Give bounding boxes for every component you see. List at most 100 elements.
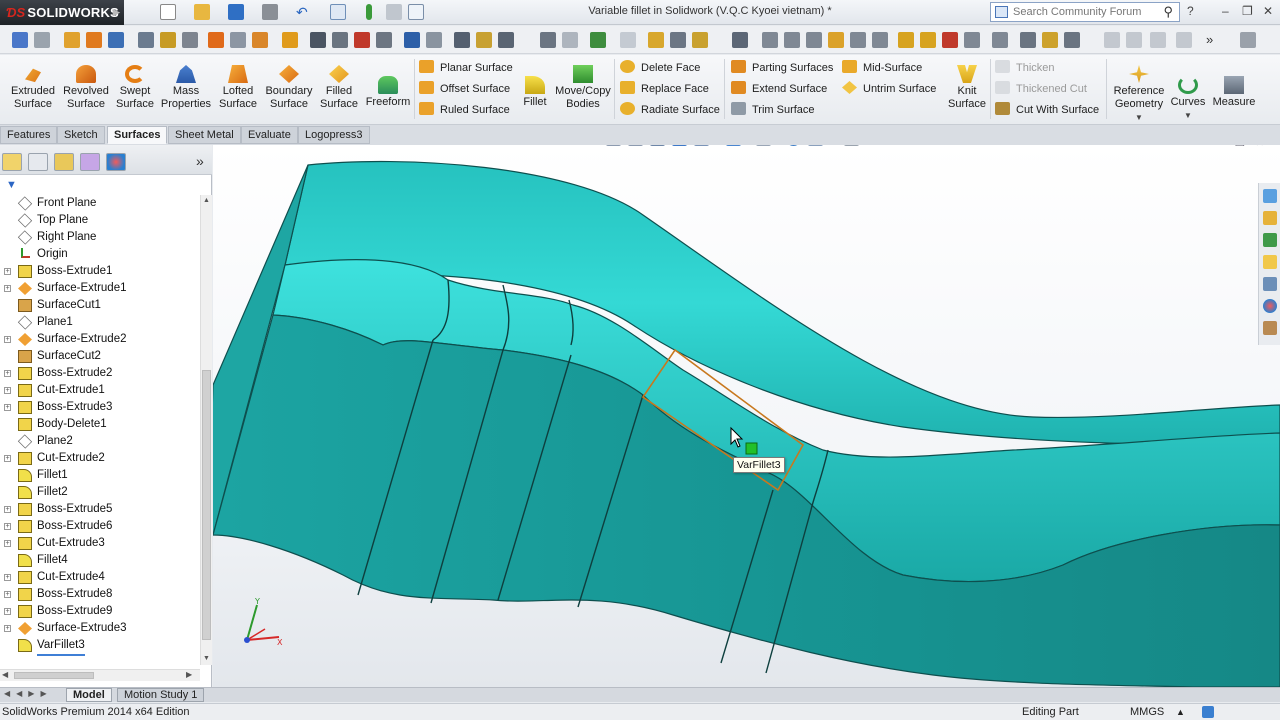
tree-item[interactable]: Body-Delete1 [0,416,200,433]
zoom-to-area-icon[interactable] [628,145,643,146]
tool-icon[interactable] [806,32,822,48]
horizontal-scrollbar[interactable]: ◀ ▶ [0,669,200,681]
tool-icon[interactable] [620,32,636,48]
tool-icon[interactable] [648,32,664,48]
view-palette-icon[interactable] [1263,277,1277,291]
tool-icon[interactable] [1126,32,1142,48]
tool-icon[interactable] [108,32,124,48]
thicken-button[interactable]: Thicken [995,59,1055,77]
tool-icon[interactable] [426,32,442,48]
file-properties-icon[interactable] [386,4,402,20]
dynamic-annotation-icon[interactable] [694,145,709,146]
expand-icon[interactable]: + [4,268,11,275]
swept-surface-button[interactable]: Swept Surface [114,65,156,111]
untrim-surface-button[interactable]: Untrim Surface [842,80,936,98]
previous-view-icon[interactable] [650,145,665,146]
tree-item[interactable]: Fillet2 [0,484,200,501]
tool-icon[interactable] [942,32,958,48]
tool-icon[interactable] [1064,32,1080,48]
tool-icon[interactable] [454,32,470,48]
tree-item[interactable]: + Boss-Extrude6 [0,518,200,535]
parting-surfaces-button[interactable]: Parting Surfaces [731,59,833,77]
print-icon[interactable] [262,4,278,20]
scrollbar-thumb[interactable] [202,370,211,640]
minimize-icon[interactable]: – [1222,4,1229,18]
planar-surface-button[interactable]: Planar Surface [419,59,513,77]
tab-evaluate[interactable]: Evaluate [241,126,298,144]
tool-icon[interactable] [310,32,326,48]
tab-sheet-metal[interactable]: Sheet Metal [168,126,241,144]
move-copy-bodies-button[interactable]: Move/Copy Bodies [554,65,612,111]
file-explorer-icon[interactable] [1263,255,1277,269]
fillet-button[interactable]: Fillet [520,65,550,109]
freeform-button[interactable]: Freeform [364,65,412,109]
tab-sketch[interactable]: Sketch [57,126,105,144]
expand-icon[interactable]: + [4,591,11,598]
view-settings-icon[interactable] [844,145,859,146]
tool-icon[interactable] [540,32,556,48]
display-style-icon[interactable] [756,145,771,146]
expand-icon[interactable]: + [4,523,11,530]
status-icon[interactable] [1202,706,1214,718]
scroll-up-icon[interactable]: ▲ [203,197,210,204]
tile-icon[interactable]: ⧉ [1172,145,1180,149]
tool-icon[interactable] [1176,32,1192,48]
undo-icon[interactable]: ↶ [296,4,312,20]
expand-icon[interactable]: + [4,404,11,411]
tool-icon[interactable] [920,32,936,48]
boundary-surface-button[interactable]: Boundary Surface [263,65,315,111]
close-icon[interactable]: ✕ [1255,145,1264,149]
part-model[interactable]: Y X [213,145,1280,687]
expand-icon[interactable]: + [4,285,11,292]
tree-item[interactable]: Plane2 [0,433,200,450]
tree-item[interactable]: + Boss-Extrude5 [0,501,200,518]
custom-properties-icon[interactable] [1263,321,1277,335]
display-manager-tab-icon[interactable] [106,153,126,171]
open-folder-icon[interactable] [194,4,210,20]
tool-icon[interactable] [1042,32,1058,48]
scroll-down-icon[interactable]: ▼ [203,655,210,662]
tool-icon[interactable] [590,32,606,48]
tool-icon[interactable] [376,32,392,48]
section-view-icon[interactable] [672,145,687,146]
tree-item[interactable]: + Cut-Extrude2 [0,450,200,467]
tool-icon[interactable] [784,32,800,48]
tool-icon[interactable] [498,32,514,48]
design-library-icon[interactable] [1263,233,1277,247]
tree-item[interactable]: SurfaceCut1 [0,297,200,314]
tool-icon[interactable] [1150,32,1166,48]
tool-icon[interactable] [762,32,778,48]
tab-motion-study[interactable]: Motion Study 1 [117,688,205,702]
tree-item[interactable]: + Surface-Extrude2 [0,331,200,348]
tab-model[interactable]: Model [66,688,112,702]
expand-icon[interactable]: + [4,370,11,377]
tool-icon[interactable] [1020,32,1036,48]
tree-item[interactable]: Front Plane [0,195,200,212]
chevron-right-icon[interactable]: » [196,153,204,169]
ruled-surface-button[interactable]: Ruled Surface [419,101,510,119]
configuration-manager-tab-icon[interactable] [54,153,74,171]
tool-icon[interactable] [828,32,844,48]
property-manager-tab-icon[interactable] [28,153,48,171]
dimxpert-tab-icon[interactable] [80,153,100,171]
reference-geometry-button[interactable]: Reference Geometry ▼ [1110,65,1168,124]
extruded-surface-button[interactable]: Extruded Surface [8,65,58,111]
expand-icon[interactable]: + [4,625,11,632]
tree-item[interactable]: + Surface-Extrude3 [0,620,200,637]
tool-icon[interactable] [404,32,420,48]
mass-properties-button[interactable]: Mass Properties [158,65,214,111]
search-icon[interactable]: ⚲ [1163,3,1173,21]
thickened-cut-button[interactable]: Thickened Cut [995,80,1087,98]
restore-icon[interactable]: ❐ [1242,4,1253,18]
tool-icon[interactable] [850,32,866,48]
measure-button[interactable]: Measure [1210,65,1258,109]
tool-icon[interactable] [208,32,224,48]
tool-icon[interactable] [670,32,686,48]
tool-icon[interactable] [1240,32,1256,48]
expand-icon[interactable]: + [4,506,11,513]
mid-surface-button[interactable]: Mid-Surface [842,59,922,77]
delete-face-button[interactable]: Delete Face [620,59,700,77]
solidworks-menu-button[interactable]: ƊS SOLIDWORKS ▶ [0,0,124,25]
expand-icon[interactable]: + [4,336,11,343]
scroll-right-icon[interactable]: ▶ [186,670,192,679]
